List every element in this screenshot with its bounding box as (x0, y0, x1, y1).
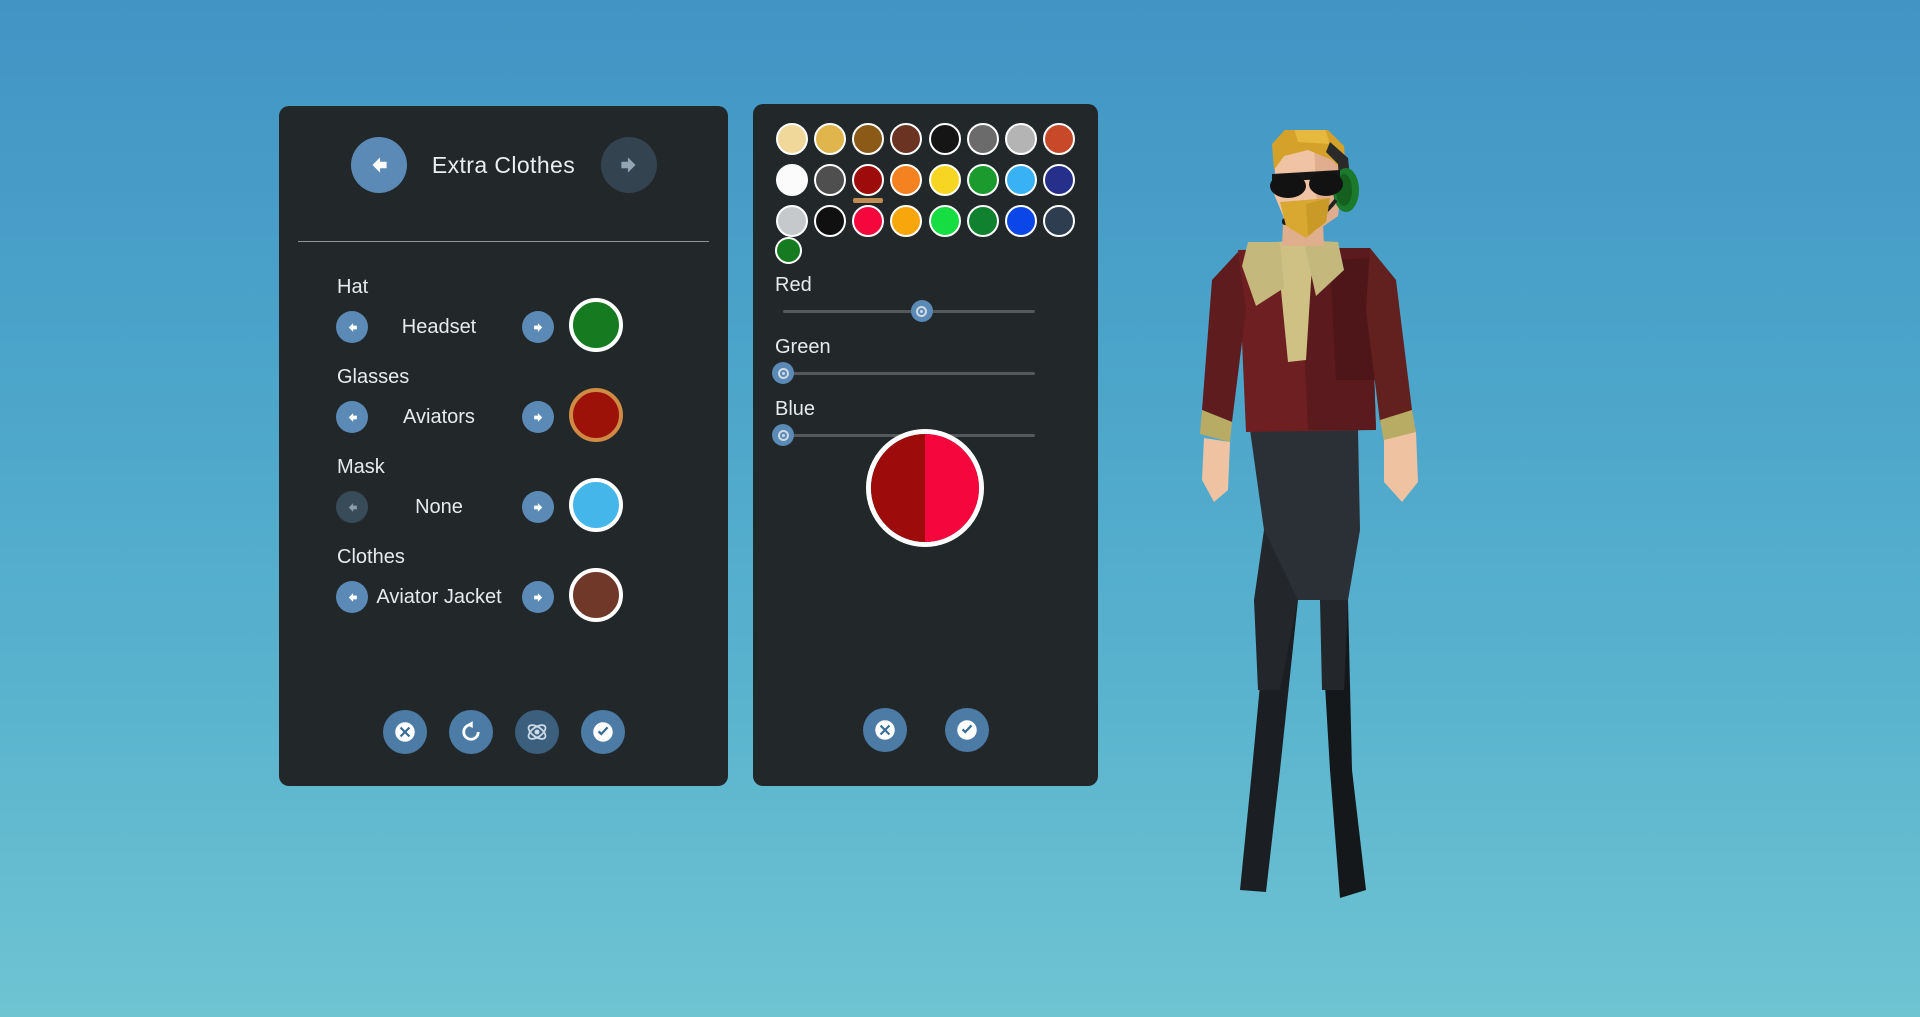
panel-header: Extra Clothes (279, 130, 728, 200)
option-row: Aviators (279, 388, 728, 442)
category-next-button[interactable] (600, 137, 657, 193)
check-circle-icon (592, 722, 613, 742)
option-value: None (415, 496, 463, 518)
hat-next-button[interactable] (522, 311, 554, 343)
glasses-color-swatch[interactable] (569, 388, 623, 442)
slider-thumb-blue[interactable] (772, 424, 794, 446)
palette-swatch[interactable] (814, 123, 847, 155)
slider-track-red[interactable] (783, 300, 1035, 322)
options-panel: Extra Clothes Hat Headset Glasses Aviato… (279, 106, 728, 786)
palette-swatch[interactable] (928, 205, 961, 237)
randomize-button[interactable] (514, 710, 559, 754)
option-group-mask: Mask None (279, 456, 728, 546)
palette-swatch[interactable] (776, 164, 809, 196)
preview-old-color (871, 434, 925, 542)
x-circle-icon (394, 722, 415, 742)
slider-thumb-red[interactable] (910, 300, 933, 322)
confirm-button[interactable] (944, 708, 989, 752)
option-value: Aviator Jacket (376, 586, 502, 608)
option-group-hat: Hat Headset (279, 276, 728, 366)
palette-swatch[interactable] (966, 123, 999, 155)
palette-swatch[interactable] (890, 164, 923, 196)
character-customization-screen: Extra Clothes Hat Headset Glasses Aviato… (0, 0, 1920, 1017)
palette-swatch[interactable] (1042, 123, 1075, 155)
palette-swatch[interactable] (1042, 205, 1075, 237)
current-color-swatch (775, 237, 802, 264)
palette-swatch[interactable] (852, 205, 885, 237)
character-preview[interactable] (1180, 130, 1480, 930)
slider-track-green[interactable] (772, 362, 1035, 384)
color-picker-panel: Red Green Blue (753, 104, 1098, 786)
slider-label: Green (775, 336, 831, 358)
palette-swatch[interactable] (890, 123, 923, 155)
page-title: Extra Clothes (431, 151, 576, 178)
option-label: Hat (337, 276, 369, 298)
option-value: Aviators (403, 406, 475, 428)
slider-label: Red (775, 274, 812, 296)
palette-swatch[interactable] (814, 205, 847, 237)
option-row: Headset (279, 298, 728, 352)
palette-swatch[interactable] (966, 205, 999, 237)
palette-selection-underline (853, 198, 884, 203)
refresh-icon (461, 721, 480, 741)
clothes-color-swatch[interactable] (569, 568, 623, 622)
x-circle-icon (874, 720, 895, 740)
cancel-button[interactable] (382, 710, 427, 754)
cancel-button[interactable] (862, 708, 907, 752)
option-row: None (279, 478, 728, 532)
palette-swatch[interactable] (776, 123, 809, 155)
palette-swatch[interactable] (814, 164, 847, 196)
check-circle-icon (956, 720, 977, 740)
color-palette-grid (773, 123, 1078, 237)
palette-swatch-selected[interactable] (852, 164, 885, 203)
palette-swatch[interactable] (966, 164, 999, 196)
hat-color-swatch[interactable] (569, 298, 623, 352)
palette-swatch[interactable] (1004, 205, 1037, 237)
mask-next-button[interactable] (522, 491, 554, 523)
color-action-bar (753, 708, 1098, 752)
palette-swatch[interactable] (1004, 164, 1037, 196)
palette-swatch[interactable] (890, 205, 923, 237)
option-row: Aviator Jacket (279, 568, 728, 622)
confirm-button[interactable] (580, 710, 625, 754)
mask-color-swatch[interactable] (569, 478, 623, 532)
color-preview-circle (866, 429, 984, 547)
option-label: Clothes (337, 546, 405, 568)
preview-new-color (925, 434, 979, 542)
glasses-next-button[interactable] (522, 401, 554, 433)
reset-button[interactable] (448, 710, 493, 754)
category-prev-button[interactable] (350, 137, 407, 193)
option-value: Headset (401, 316, 477, 338)
option-group-clothes: Clothes Aviator Jacket (279, 546, 728, 636)
palette-swatch[interactable] (852, 123, 885, 155)
option-label: Mask (337, 456, 385, 478)
palette-swatch[interactable] (928, 164, 961, 196)
option-group-glasses: Glasses Aviators (279, 366, 728, 456)
slider-thumb-green[interactable] (772, 362, 794, 384)
palette-swatch[interactable] (928, 123, 961, 155)
palette-swatch[interactable] (1004, 123, 1037, 155)
palette-swatch[interactable] (776, 205, 809, 237)
header-divider (298, 241, 709, 242)
slider-label: Blue (775, 398, 816, 420)
option-list: Hat Headset Glasses Aviators Mask None C… (279, 276, 728, 636)
atom-icon (527, 724, 546, 740)
options-action-bar (279, 710, 728, 754)
option-label: Glasses (337, 366, 410, 388)
palette-swatch[interactable] (1042, 164, 1075, 196)
clothes-next-button[interactable] (522, 581, 554, 613)
